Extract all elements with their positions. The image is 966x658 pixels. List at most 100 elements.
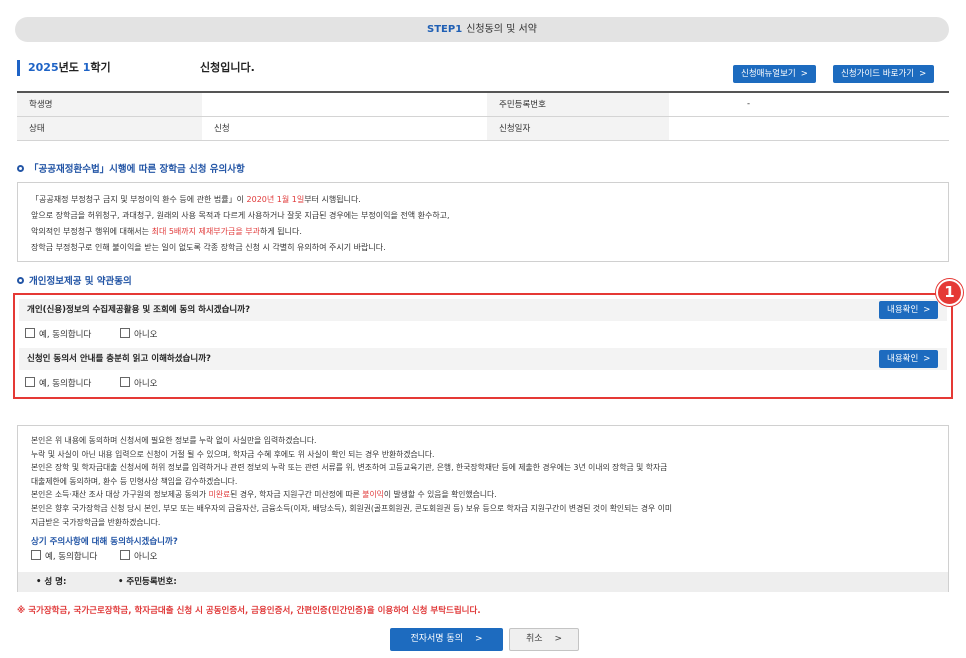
manual-button[interactable]: 신청매뉴얼보기 > (733, 65, 816, 83)
apply-date-label: 신청일자 (487, 116, 669, 141)
step-bar: STEP1 신청동의 및 서약 (15, 17, 949, 42)
chevron-right-icon: > (800, 69, 808, 79)
notice-line-1: 「공공재정 부정청구 금지 및 부정이익 환수 등에 관한 법률」이 2020년… (31, 192, 935, 208)
student-info-table: 학생명 주민등록번호 - 상태 신청 신청일자 (17, 91, 949, 141)
notice-penalty-text: 최대 5배까지 제재부가금을 부과 (151, 227, 260, 236)
checkbox[interactable] (120, 377, 131, 387)
consent-section-title: 개인정보제공 및 약관동의 (17, 275, 132, 289)
yes-label: 예, 동의합니다 (39, 330, 92, 340)
consent-title-text: 개인정보제공 및 약관동의 (29, 276, 132, 287)
circle-bullet-icon (17, 277, 24, 284)
consent-2-no[interactable]: 아니오 (120, 377, 158, 389)
detail-button-label: 내용확인 (887, 305, 919, 315)
e-signature-button-label: 전자서명 동의 (410, 634, 463, 644)
chevron-right-icon: > (923, 354, 931, 364)
chevron-right-icon: > (475, 634, 483, 644)
e-signature-button[interactable]: 전자서명 동의 > (390, 628, 503, 651)
apply-date-value (669, 116, 949, 141)
notice-line-3a: 악의적인 부정청구 행위에 대해서는 (31, 227, 152, 236)
notice-box: 「공공재정 부정청구 금지 및 부정이익 환수 등에 관한 법률」이 2020년… (17, 182, 949, 262)
consent-question-2-text: 신청인 동의서 안내를 충분히 읽고 이해하셨습니까? (27, 354, 211, 364)
semester-year-suffix: 년도 (58, 61, 83, 74)
student-name-value (202, 92, 487, 117)
notice-section-title: 「공공재정환수법」시행에 따른 장학금 신청 유의사항 (17, 163, 245, 177)
detail-button-2[interactable]: 내용확인 > (879, 350, 939, 368)
pledge-disadvantage-text: 불이익 (362, 490, 384, 500)
consent-question-1: 개인(신용)정보의 수집제공활용 및 조회에 동의 하시겠습니까? (19, 299, 947, 321)
application-status-text: 신청입니다. (200, 61, 255, 74)
step-title: 신청동의 및 서약 (466, 24, 537, 35)
pledge-no[interactable]: 아니오 (120, 550, 158, 562)
notice-line-4: 장학금 부정청구로 인해 불이익을 받는 일이 없도록 각종 장학금 신청 시 … (31, 243, 386, 252)
pledge-line-5c: 이 발생할 수 있음을 확인했습니다. (383, 490, 497, 500)
consent-1-yes[interactable]: 예, 동의합니다 (25, 328, 92, 340)
consent-question-2: 신청인 동의서 안내를 충분히 읽고 이해하셨습니까? (19, 348, 947, 370)
consent-2-yes[interactable]: 예, 동의합니다 (25, 377, 92, 389)
notice-line-1b: 부터 시행됩니다. (304, 195, 361, 204)
checkbox[interactable] (120, 328, 131, 338)
checkbox[interactable] (120, 550, 131, 560)
pledge-line-4: 대출제한에 동의하며, 환수 등 민형사상 책임을 감수하겠습니다. (31, 476, 238, 486)
yes-label: 예, 동의합니다 (39, 379, 92, 389)
pledge-line-7: 지급받은 국가장학금을 반환하겠습니다. (31, 517, 161, 527)
manual-button-label: 신청매뉴얼보기 (741, 69, 796, 79)
circle-bullet-icon (17, 165, 24, 172)
notice-effective-date: 2020년 1월 1일 (246, 195, 305, 204)
signer-info-row: • 성 명: • 주민등록번호: (18, 572, 948, 592)
pledge-incomplete-text: 미완료 (208, 490, 231, 500)
student-name-label: 학생명 (17, 92, 202, 117)
signer-rrn-label: • 주민등록번호: (118, 577, 177, 587)
semester-year: 2025 (28, 61, 59, 74)
chevron-right-icon: > (923, 305, 931, 315)
notice-line-3: 악의적인 부정청구 행위에 대해서는 최대 5배까지 제재부가금을 부과하게 됩… (31, 224, 935, 240)
rrn-label: 주민등록번호 (487, 92, 669, 117)
status-value: 신청 (202, 116, 487, 141)
detail-button-label: 내용확인 (887, 354, 919, 364)
consent-question-1-text: 개인(신용)정보의 수집제공활용 및 조회에 동의 하시겠습니까? (27, 305, 250, 315)
chevron-right-icon: > (919, 69, 927, 79)
certificate-warning: ※ 국가장학금, 국가근로장학금, 학자금대출 신청 시 공동인증서, 금융인증… (17, 606, 481, 616)
signer-name-label: • 성 명: (36, 577, 67, 587)
semester-heading: 2025년도 1학기 (17, 60, 111, 76)
guide-button[interactable]: 신청가이드 바로가기 > (833, 65, 935, 83)
pledge-line-5: 본인은 소득·재산 조사 대상 가구원의 정보제공 동의가 미완료된 경우, 학… (31, 488, 936, 502)
pledge-line-1: 본인은 위 내용에 동의하며 신청서에 필요한 정보를 누락 없이 사실만을 입… (31, 436, 317, 445)
cancel-button-label: 취소 (525, 634, 543, 644)
no-label: 아니오 (134, 379, 158, 389)
no-label: 아니오 (134, 552, 158, 562)
checkbox[interactable] (25, 328, 35, 338)
step-label: STEP1 (427, 24, 463, 35)
pledge-line-6: 본인은 향후 국가장학금 신청 당시 본인, 부모 또는 배우자의 금융자산, … (31, 503, 673, 513)
table-row: 학생명 주민등록번호 - (17, 92, 949, 117)
checkbox[interactable] (31, 550, 41, 560)
pledge-line-2: 누락 및 사실이 아닌 내용 입력으로 신청이 거절 될 수 있으며, 학자금 … (31, 449, 435, 459)
yes-label: 예, 동의합니다 (45, 552, 98, 562)
status-label: 상태 (17, 116, 202, 141)
consent-box: 개인(신용)정보의 수집제공활용 및 조회에 동의 하시겠습니까? 내용확인 > … (13, 293, 953, 399)
checkbox[interactable] (25, 377, 35, 387)
detail-button-1[interactable]: 내용확인 > (879, 301, 939, 319)
pledge-text: 본인은 위 내용에 동의하며 신청서에 필요한 정보를 누락 없이 사실만을 입… (31, 434, 936, 529)
notice-line-1a: 「공공재정 부정청구 금지 및 부정이익 환수 등에 관한 법률」이 (31, 195, 247, 204)
table-row: 상태 신청 신청일자 (17, 116, 949, 141)
pledge-question: 상기 주의사항에 대해 동의하시겠습니까? (31, 537, 178, 547)
pledge-line-5a: 본인은 소득·재산 조사 대상 가구원의 정보제공 동의가 (31, 490, 209, 500)
guide-button-label: 신청가이드 바로가기 (841, 69, 915, 79)
no-label: 아니오 (134, 330, 158, 340)
pledge-line-5b: 된 경우, 학자금 지원구간 미산정에 따른 (230, 490, 363, 500)
notice-line-2: 앞으로 장학금을 허위청구, 과대청구, 원래의 사용 목적과 다르게 사용하거… (31, 211, 450, 220)
pledge-options: 예, 동의합니다 아니오 (31, 550, 178, 564)
notice-line-3b: 하게 됩니다. (259, 227, 302, 236)
consent-1-options: 예, 동의합니다 아니오 (25, 328, 184, 342)
notice-title-text: 「공공재정환수법」시행에 따른 장학금 신청 유의사항 (29, 164, 245, 175)
callout-marker-1: 1 (936, 279, 963, 306)
cancel-button[interactable]: 취소 > (509, 628, 579, 651)
pledge-box: 본인은 위 내용에 동의하며 신청서에 필요한 정보를 누락 없이 사실만을 입… (17, 425, 949, 592)
rrn-value: - (669, 92, 949, 117)
chevron-right-icon: > (554, 634, 563, 644)
consent-2-options: 예, 동의합니다 아니오 (25, 377, 184, 391)
pledge-yes[interactable]: 예, 동의합니다 (31, 550, 98, 562)
consent-1-no[interactable]: 아니오 (120, 328, 158, 340)
semester-term-suffix: 학기 (90, 61, 111, 74)
pledge-line-3: 본인은 장학 및 학자금대출 신청서에 허위 정보를 입력하거나 관련 정보의 … (31, 463, 668, 473)
